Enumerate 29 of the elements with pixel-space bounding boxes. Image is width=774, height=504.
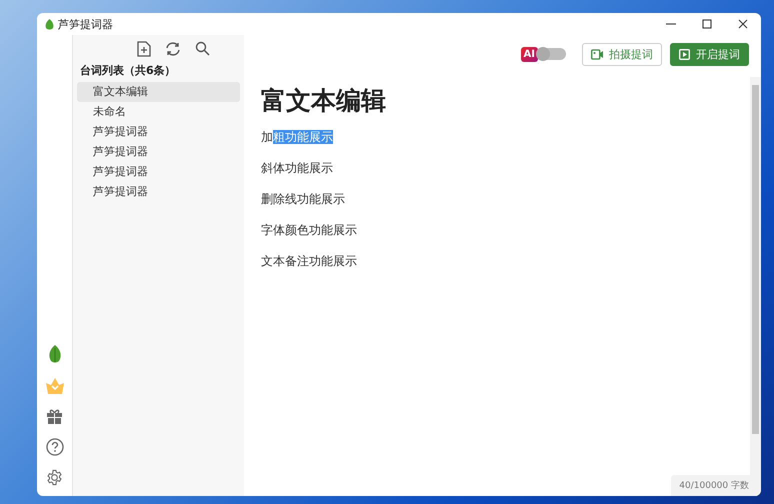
- script-list-item[interactable]: 富文本编辑: [77, 82, 240, 102]
- gift-icon[interactable]: [46, 408, 63, 425]
- start-prompt-button[interactable]: 开启提词: [670, 42, 749, 66]
- paragraph: 斜体功能展示: [261, 160, 334, 177]
- script-list-item[interactable]: 芦笋提词器: [77, 182, 240, 202]
- leaf-icon: [45, 18, 54, 30]
- script-list-item[interactable]: 未命名: [77, 102, 240, 122]
- paragraph: 文本备注功能展示: [261, 253, 358, 270]
- record-prompt-button[interactable]: 拍摄提词: [582, 42, 662, 66]
- help-icon[interactable]: [46, 438, 64, 456]
- document-title: 富文本编辑: [261, 85, 387, 117]
- paragraph: 删除线功能展示: [261, 191, 346, 208]
- settings-icon[interactable]: [46, 469, 63, 486]
- ai-toggle[interactable]: [538, 48, 566, 60]
- video-camera-icon: [591, 48, 603, 60]
- paragraph: 字体颜色功能展示: [261, 222, 358, 239]
- search-icon[interactable]: [195, 41, 210, 56]
- script-list-item[interactable]: 芦笋提词器: [77, 122, 240, 142]
- word-count: 40/100000 字数: [671, 475, 757, 496]
- scrollbar[interactable]: [750, 77, 761, 496]
- list-heading: 台词列表（共6条）: [80, 63, 177, 78]
- play-icon: [679, 48, 690, 60]
- refresh-icon[interactable]: [165, 41, 181, 57]
- script-list-item[interactable]: 芦笋提词器: [77, 142, 240, 162]
- script-list-item[interactable]: 芦笋提词器: [77, 162, 240, 182]
- ai-badge: AI: [520, 46, 538, 62]
- paragraph: 加粗功能展示: [261, 129, 334, 146]
- add-file-icon[interactable]: [137, 41, 151, 57]
- window-title: 芦笋提词器: [58, 16, 114, 32]
